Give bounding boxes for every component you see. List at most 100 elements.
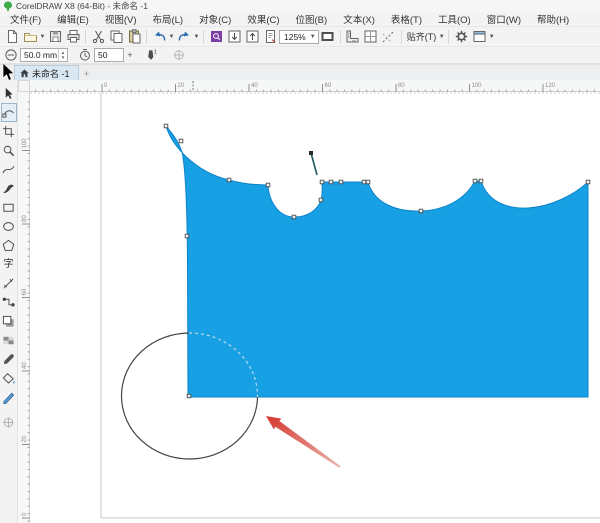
curve-node-handle[interactable] bbox=[226, 177, 232, 183]
app-launcher-button[interactable] bbox=[470, 29, 488, 45]
freehand-tool[interactable] bbox=[1, 160, 17, 179]
svg-text:120: 120 bbox=[545, 83, 556, 89]
print-button[interactable] bbox=[64, 29, 82, 45]
svg-text:20: 20 bbox=[22, 435, 28, 442]
menu-item-10[interactable]: 窗口(W) bbox=[479, 11, 529, 27]
curve-node-handle[interactable] bbox=[186, 393, 192, 399]
document-tab[interactable]: 未命名 -1 bbox=[14, 65, 79, 80]
nib-size-icon[interactable] bbox=[2, 47, 20, 63]
transparency-tool[interactable] bbox=[1, 331, 17, 350]
nib-size-input[interactable]: 50.0 mm ▲ ▼ bbox=[20, 48, 68, 62]
publish-pdf-button[interactable] bbox=[261, 29, 279, 45]
import-button[interactable] bbox=[225, 29, 243, 45]
svg-text:60: 60 bbox=[22, 288, 28, 295]
app-launcher-dropdown[interactable]: ▼ bbox=[488, 34, 495, 40]
pen-node-handle[interactable] bbox=[309, 151, 313, 155]
rate-input[interactable]: 50 bbox=[94, 48, 124, 62]
drop-shadow-tool[interactable] bbox=[1, 312, 17, 331]
ellipse-tool[interactable] bbox=[1, 217, 17, 236]
rectangle-tool[interactable] bbox=[1, 198, 17, 217]
new-document-button[interactable] bbox=[3, 29, 21, 45]
curve-node-handle[interactable] bbox=[585, 179, 591, 185]
curve-node-handle[interactable] bbox=[365, 179, 371, 185]
polygon-tool[interactable] bbox=[1, 236, 17, 255]
paste-button[interactable] bbox=[125, 29, 143, 45]
curve-node-handle[interactable] bbox=[163, 123, 169, 129]
text-tool[interactable]: 字 bbox=[1, 255, 17, 274]
new-tab-button[interactable]: + bbox=[81, 68, 93, 80]
show-rulers-button[interactable] bbox=[344, 29, 362, 45]
vertical-ruler[interactable]: 100 80 60 40 20 0 bbox=[18, 92, 30, 523]
undo-button[interactable] bbox=[150, 29, 168, 45]
curve-node-handle[interactable] bbox=[291, 214, 297, 220]
zoom-tool[interactable] bbox=[1, 141, 17, 160]
pen-pressure-icon[interactable]: 1 bbox=[142, 47, 160, 63]
app-launcher-icon bbox=[473, 31, 486, 42]
color-eyedropper-tool[interactable] bbox=[1, 350, 17, 369]
curve-node-handle[interactable] bbox=[338, 179, 344, 185]
mouse-cursor-icon bbox=[2, 63, 15, 81]
horizontal-ruler[interactable]: 0 20 40 60 80 100 120 bbox=[30, 80, 600, 92]
rate-increase-button[interactable]: + bbox=[124, 47, 136, 63]
nib-size-value: 50.0 mm bbox=[24, 50, 58, 60]
menu-item-5[interactable]: 效果(C) bbox=[239, 11, 287, 27]
menu-item-11[interactable]: 帮助(H) bbox=[529, 11, 577, 27]
curve-node-handle[interactable] bbox=[361, 179, 367, 185]
menu-item-6[interactable]: 位图(B) bbox=[288, 11, 336, 27]
curve-node-handle[interactable] bbox=[328, 179, 334, 185]
svg-text:0: 0 bbox=[104, 83, 108, 89]
nib-size-spinner[interactable]: ▲ ▼ bbox=[58, 49, 67, 61]
open-folder-button[interactable] bbox=[21, 29, 39, 45]
menu-item-2[interactable]: 视图(V) bbox=[97, 11, 145, 27]
show-grid-button[interactable] bbox=[362, 29, 380, 45]
menu-item-8[interactable]: 表格(T) bbox=[383, 11, 430, 27]
redo-dropdown[interactable]: ▼ bbox=[193, 34, 200, 40]
curve-node-handle[interactable] bbox=[478, 178, 484, 184]
curve-node-handle[interactable] bbox=[319, 179, 325, 185]
pick-tool[interactable] bbox=[1, 84, 17, 103]
smart-fill-tool[interactable] bbox=[1, 369, 17, 388]
svg-text:40: 40 bbox=[22, 362, 28, 369]
curve-node-handle[interactable] bbox=[265, 182, 271, 188]
shape-tool[interactable] bbox=[0, 103, 17, 122]
export-button[interactable] bbox=[243, 29, 261, 45]
curve-node-handle[interactable] bbox=[184, 233, 190, 239]
redo-icon bbox=[178, 31, 189, 41]
menu-item-3[interactable]: 布局(L) bbox=[144, 11, 191, 27]
curve-node-handle[interactable] bbox=[318, 197, 324, 203]
zoom-level-value: 125% bbox=[284, 31, 306, 42]
connector-tool[interactable] bbox=[1, 293, 17, 312]
gear-button[interactable] bbox=[452, 29, 470, 45]
pen-segment[interactable] bbox=[310, 152, 318, 176]
dimension-tool[interactable] bbox=[1, 274, 17, 293]
search-content-button[interactable] bbox=[207, 29, 225, 45]
open-dropdown[interactable]: ▼ bbox=[39, 34, 46, 40]
interactive-fill-tool[interactable] bbox=[1, 388, 17, 407]
copy-button[interactable] bbox=[107, 29, 125, 45]
cut-button[interactable] bbox=[89, 29, 107, 45]
redo-button[interactable] bbox=[175, 29, 193, 45]
menu-item-7[interactable]: 文本(X) bbox=[335, 11, 383, 27]
menu-item-9[interactable]: 工具(O) bbox=[430, 11, 479, 27]
curve-node-handle[interactable] bbox=[418, 208, 424, 214]
menu-item-4[interactable]: 对象(C) bbox=[191, 11, 239, 27]
import-icon bbox=[228, 30, 240, 43]
snap-dropdown[interactable]: 贴齐(T) ▼ bbox=[405, 30, 446, 43]
dynamic-guides-button[interactable] bbox=[380, 29, 398, 45]
undo-icon bbox=[154, 31, 165, 41]
curve-node-handle[interactable] bbox=[472, 178, 478, 184]
rate-clock-icon[interactable] bbox=[76, 47, 94, 63]
curve-object[interactable] bbox=[165, 125, 589, 398]
drawing-canvas[interactable] bbox=[30, 92, 600, 523]
save-button[interactable] bbox=[46, 29, 64, 45]
zoom-level-combo[interactable]: 125% ▼ bbox=[279, 29, 319, 44]
undo-dropdown[interactable]: ▼ bbox=[168, 34, 175, 40]
cut-icon bbox=[92, 30, 104, 44]
menu-item-0[interactable]: 文件(F) bbox=[2, 11, 49, 27]
menu-item-1[interactable]: 编辑(E) bbox=[49, 11, 97, 27]
artistic-media-tool[interactable] bbox=[1, 179, 17, 198]
ruler-origin-button[interactable] bbox=[18, 80, 30, 92]
curve-node-handle[interactable] bbox=[178, 138, 184, 144]
full-screen-preview-button[interactable] bbox=[319, 29, 337, 45]
crop-tool[interactable] bbox=[1, 122, 17, 141]
